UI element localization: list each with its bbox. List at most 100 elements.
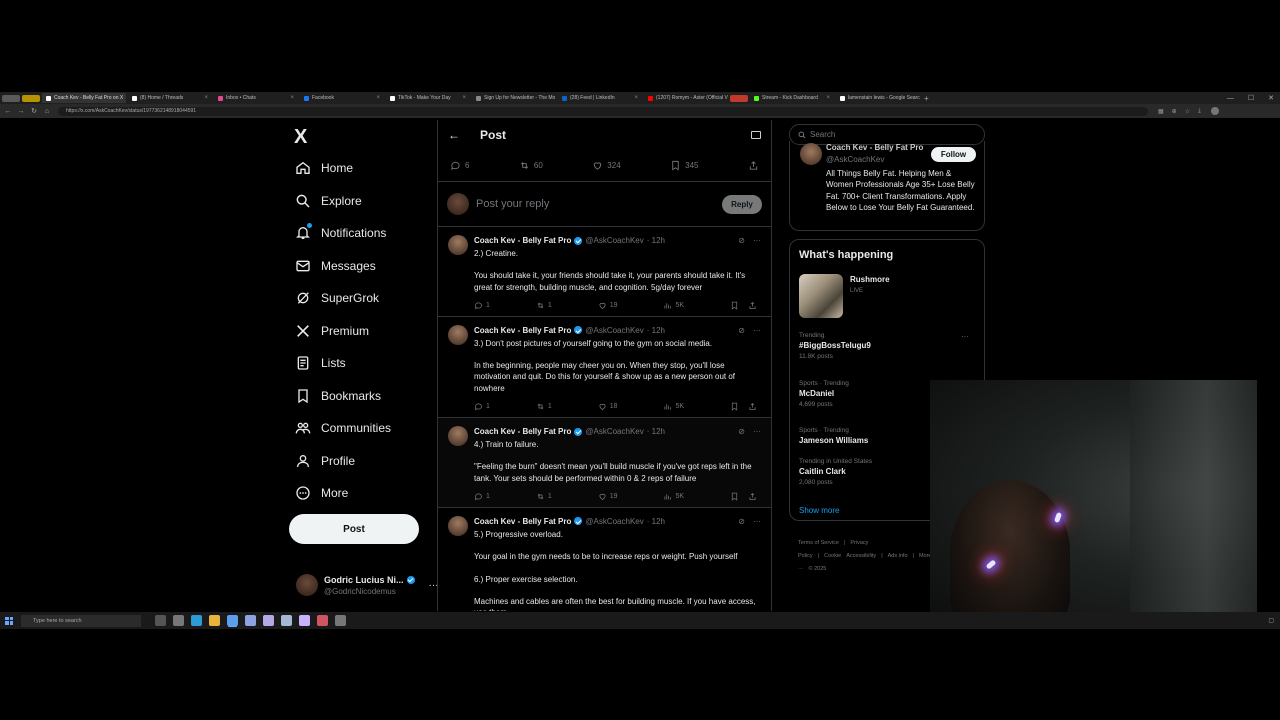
minimize-icon[interactable]: —	[1227, 95, 1234, 102]
bookmark-stat[interactable]: 345	[670, 160, 698, 171]
tab-close-icon[interactable]: ×	[458, 95, 466, 101]
app-10-icon[interactable]	[317, 615, 328, 626]
x-logo[interactable]: X	[294, 126, 307, 149]
tweet-author-name[interactable]: Coach Kev - Belly Fat Pro	[474, 326, 571, 335]
tweet-time[interactable]: · 12h	[647, 427, 665, 436]
browser-tab[interactable]: Coach Kev - Belly Fat Pro on X×	[42, 93, 126, 103]
home-browser-icon[interactable]: ⌂	[42, 108, 52, 115]
edge-app-icon[interactable]	[191, 615, 202, 626]
grok-icon[interactable]: ⊘	[738, 326, 745, 335]
reply-stat[interactable]: 6	[450, 160, 469, 171]
bookmark-action[interactable]	[730, 301, 739, 310]
extension-icon[interactable]: ▦	[1158, 108, 1164, 115]
footer-link[interactable]: Accessibility	[846, 553, 876, 559]
account-switcher[interactable]: Godric Lucius Ni... @GodricNicodemus ···	[296, 574, 439, 596]
zoom-icon[interactable]: ⊕	[1172, 108, 1177, 115]
browser-tab[interactable]	[22, 94, 40, 102]
sidebar-item-communities[interactable]: Communities	[294, 412, 391, 445]
reload-icon[interactable]: ↻	[29, 107, 39, 115]
views-action[interactable]: 5K	[663, 301, 684, 310]
like-stat[interactable]: 324	[592, 160, 621, 171]
tweet-author-name[interactable]: Coach Kev - Belly Fat Pro	[474, 517, 571, 526]
more-dots-icon[interactable]: ···	[753, 517, 761, 526]
tweet-time[interactable]: · 12h	[647, 236, 665, 245]
like-action[interactable]: 19	[598, 492, 618, 501]
tweet-author-name[interactable]: Coach Kev - Belly Fat Pro	[474, 427, 571, 436]
chrome-app-icon[interactable]	[227, 615, 238, 626]
sidebar-item-supergrok[interactable]: SuperGrok	[294, 282, 391, 315]
like-action[interactable]: 19	[598, 301, 618, 310]
author-name[interactable]: Coach Kev - Belly Fat Pro	[826, 143, 923, 152]
browser-tab[interactable]: Facebook ×	[300, 93, 384, 103]
tweet-card[interactable]: Coach Kev - Belly Fat Pro @AskCoachKev · 1…	[438, 317, 771, 419]
footer-link[interactable]: Cookie	[824, 553, 841, 559]
grok-icon[interactable]: ⊘	[738, 517, 745, 526]
sidebar-item-explore[interactable]: Explore	[294, 185, 391, 218]
grok-icon[interactable]: ⊘	[738, 427, 745, 436]
star-icon[interactable]: ☆	[1185, 108, 1190, 115]
sidebar-item-notifications[interactable]: Notifications	[294, 217, 391, 250]
browser-tab[interactable]: Sign Up for Newsletter - The Mo×	[472, 93, 556, 103]
browser-tab[interactable]: (28) Feed | LinkedIn ×	[558, 93, 642, 103]
reply-action[interactable]: 1	[474, 301, 490, 310]
tweet-time[interactable]: · 12h	[647, 326, 665, 335]
show-more-link[interactable]: Show more	[799, 506, 839, 515]
back-arrow-icon[interactable]: ←	[448, 128, 460, 142]
sidebar-item-home[interactable]: Home	[294, 152, 391, 185]
browser-tab[interactable]: lamenstain lewis - Google Search×	[836, 93, 920, 103]
avatar[interactable]	[448, 515, 468, 536]
repost-stat[interactable]: 60	[519, 160, 543, 171]
windows-start-icon[interactable]	[5, 616, 13, 625]
browser-tab[interactable]: Inbox • Chats ×	[214, 93, 298, 103]
new-tab-button[interactable]: +	[920, 94, 933, 103]
bookmark-action[interactable]	[730, 402, 739, 411]
tab-close-icon[interactable]: ×	[123, 95, 126, 101]
tweet-time[interactable]: · 12h	[647, 517, 665, 526]
like-action[interactable]: 18	[598, 402, 618, 411]
footer-link[interactable]: © 2025	[809, 566, 827, 572]
more-dots-icon[interactable]: ···	[753, 236, 761, 245]
browser-tab[interactable]: Stream - Kick Dashboard ×	[750, 93, 834, 103]
reply-button[interactable]: Reply	[722, 194, 762, 214]
back-icon[interactable]: ←	[3, 108, 13, 115]
more-dots-icon[interactable]: ···	[961, 332, 969, 341]
app-11-icon[interactable]	[335, 615, 346, 626]
reader-view-icon[interactable]	[751, 131, 761, 139]
trend-item[interactable]: Trending #BiggBossTelugu9 11.8K posts ···	[799, 332, 977, 360]
live-event-name[interactable]: Rushmore	[850, 275, 890, 284]
reply-action[interactable]: 1	[474, 402, 490, 411]
downloads-icon[interactable]: ⤓	[1198, 108, 1201, 115]
maximize-icon[interactable]: ☐	[1248, 94, 1254, 102]
post-button[interactable]: Post	[289, 514, 419, 544]
tab-close-icon[interactable]: ×	[822, 95, 830, 101]
explorer-app-icon[interactable]	[209, 615, 220, 626]
steam-app-icon[interactable]	[281, 615, 292, 626]
sidebar-item-more[interactable]: More	[294, 477, 391, 510]
tab-close-icon[interactable]: ×	[200, 95, 208, 101]
avatar[interactable]	[448, 426, 468, 447]
tab-close-icon[interactable]: ×	[372, 95, 380, 101]
tweet-card[interactable]: Coach Kev - Belly Fat Pro @AskCoachKev · 1…	[438, 227, 771, 317]
share-action[interactable]	[748, 492, 757, 501]
repost-action[interactable]: 1	[536, 492, 552, 501]
sidebar-item-lists[interactable]: Lists	[294, 347, 391, 380]
browser-tab[interactable]: (8) Home / Threads ×	[128, 93, 212, 103]
avatar[interactable]	[800, 143, 822, 165]
reply-input[interactable]: Post your reply	[476, 198, 549, 210]
notification-icon[interactable]: ▢	[1268, 617, 1274, 624]
bookmark-action[interactable]	[730, 492, 739, 501]
tab-close-icon[interactable]: ×	[286, 95, 294, 101]
url-field[interactable]: https://x.com/AskCoachKev/status/1977362…	[58, 106, 1148, 116]
more-dots-icon[interactable]: ···	[753, 326, 761, 335]
follow-button[interactable]: Follow	[931, 147, 976, 162]
discord-app-icon[interactable]	[245, 615, 256, 626]
repost-action[interactable]: 1	[536, 402, 552, 411]
obs-app-icon[interactable]	[299, 615, 310, 626]
sidebar-item-profile[interactable]: Profile	[294, 445, 391, 478]
sidebar-item-bookmarks[interactable]: Bookmarks	[294, 380, 391, 413]
close-icon[interactable]: ✕	[1268, 94, 1274, 102]
share-action[interactable]	[748, 301, 757, 310]
task-view-app-icon[interactable]	[155, 615, 166, 626]
store-app-icon[interactable]	[173, 615, 184, 626]
more-dots-icon[interactable]: ···	[753, 427, 761, 436]
